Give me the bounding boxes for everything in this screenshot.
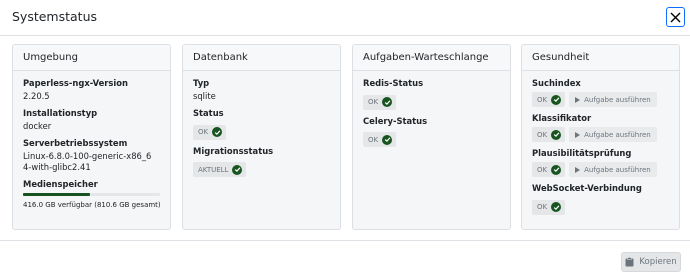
modal-body: Umgebung Paperless-ngx-Version 2.20.5 In… bbox=[0, 37, 690, 239]
redis-status-text: OK bbox=[368, 98, 379, 106]
modal-title: Systemstatus bbox=[12, 9, 98, 24]
check-circle-icon bbox=[551, 202, 562, 212]
sanity-check-status-text: OK bbox=[537, 165, 548, 174]
search-index-status-text: OK bbox=[537, 95, 548, 104]
environment-card: Umgebung Paperless-ngx-Version 2.20.5 In… bbox=[12, 44, 171, 230]
storage-progress-fill bbox=[23, 193, 90, 196]
sanity-check-label: Plausibilitätsprüfung bbox=[532, 148, 632, 158]
storage-text: 416.0 GB verfügbar (810.6 GB gesamt) bbox=[23, 201, 161, 209]
server-os-value: Linux-6.8.0-100-generic-x86_64-with-glib… bbox=[23, 151, 152, 172]
search-index-badge[interactable]: OK bbox=[532, 92, 566, 107]
run-task-label: Aufgabe ausführen bbox=[584, 165, 651, 174]
check-circle-icon bbox=[551, 164, 562, 175]
search-index-label: Suchindex bbox=[532, 78, 581, 88]
run-index-task-button[interactable]: Aufgabe ausführen bbox=[569, 92, 657, 107]
run-classifier-task-button[interactable]: Aufgabe ausführen bbox=[569, 127, 657, 142]
migration-status-text: AKTUELL bbox=[198, 165, 229, 174]
redis-status-label: Redis-Status bbox=[363, 78, 424, 88]
copy-button[interactable]: Kopieren bbox=[621, 252, 681, 272]
check-circle-icon bbox=[551, 129, 562, 140]
classifier-status-text: OK bbox=[537, 130, 548, 139]
classifier-badge[interactable]: OK bbox=[532, 127, 566, 142]
modal-footer: Kopieren bbox=[0, 240, 690, 279]
websocket-label: WebSocket-Verbindung bbox=[532, 183, 642, 193]
celery-status-text: OK bbox=[368, 135, 379, 144]
db-status-badge[interactable]: OK bbox=[193, 124, 227, 140]
run-task-label: Aufgabe ausführen bbox=[584, 130, 651, 139]
db-type-value: sqlite bbox=[193, 91, 216, 101]
install-type-value: docker bbox=[23, 121, 52, 131]
run-sanity-task-button[interactable]: Aufgabe ausführen bbox=[569, 162, 657, 177]
database-card: Datenbank Typ sqlite Status OK Migration… bbox=[182, 44, 341, 230]
environment-card-title: Umgebung bbox=[13, 45, 170, 71]
db-type-label: Typ bbox=[193, 78, 210, 88]
check-circle-icon bbox=[212, 127, 223, 137]
check-circle-icon bbox=[232, 164, 243, 175]
health-card-title: Gesundheit bbox=[522, 45, 679, 71]
celery-status-badge[interactable]: OK bbox=[363, 132, 397, 147]
redis-status-badge[interactable]: OK bbox=[363, 94, 397, 110]
close-button[interactable] bbox=[666, 7, 685, 27]
sanity-check-badge[interactable]: OK bbox=[532, 162, 566, 177]
storage-progress-bar bbox=[23, 193, 160, 196]
play-icon bbox=[575, 166, 581, 173]
close-icon bbox=[670, 12, 681, 22]
celery-status-label: Celery-Status bbox=[363, 115, 428, 126]
db-status-text: OK bbox=[198, 128, 209, 136]
copy-button-label: Kopieren bbox=[639, 257, 677, 267]
version-label: Paperless-ngx-Version bbox=[23, 78, 128, 88]
websocket-badge[interactable]: OK bbox=[532, 199, 566, 215]
check-circle-icon bbox=[382, 134, 393, 145]
media-storage-label: Medienspeicher bbox=[23, 179, 98, 189]
server-os-label: Serverbetriebssystem bbox=[23, 138, 128, 148]
clipboard-icon bbox=[625, 257, 634, 267]
task-queue-card-title: Aufgaben-Warteschlange bbox=[353, 45, 510, 71]
websocket-status-text: OK bbox=[537, 203, 548, 211]
db-status-label: Status bbox=[193, 108, 224, 118]
version-value: 2.20.5 bbox=[23, 91, 50, 101]
migration-status-badge[interactable]: AKTUELL bbox=[193, 162, 247, 177]
task-queue-card: Aufgaben-Warteschlange Redis-Status OK C… bbox=[352, 44, 511, 230]
install-type-label: Installationstyp bbox=[23, 108, 98, 118]
modal-header: Systemstatus bbox=[0, 0, 690, 36]
check-circle-icon bbox=[551, 94, 562, 105]
run-task-label: Aufgabe ausführen bbox=[584, 95, 651, 104]
play-icon bbox=[575, 96, 581, 103]
classifier-label: Klassifikator bbox=[532, 113, 592, 123]
check-circle-icon bbox=[382, 97, 393, 107]
health-card: Gesundheit Suchindex OK Aufgabe ausführe… bbox=[521, 44, 680, 230]
database-card-title: Datenbank bbox=[183, 45, 340, 71]
system-status-dialog: Systemstatus Umgebung Paperless-ngx-Vers… bbox=[0, 0, 690, 279]
migration-label: Migrationsstatus bbox=[193, 145, 274, 156]
play-icon bbox=[575, 131, 581, 138]
